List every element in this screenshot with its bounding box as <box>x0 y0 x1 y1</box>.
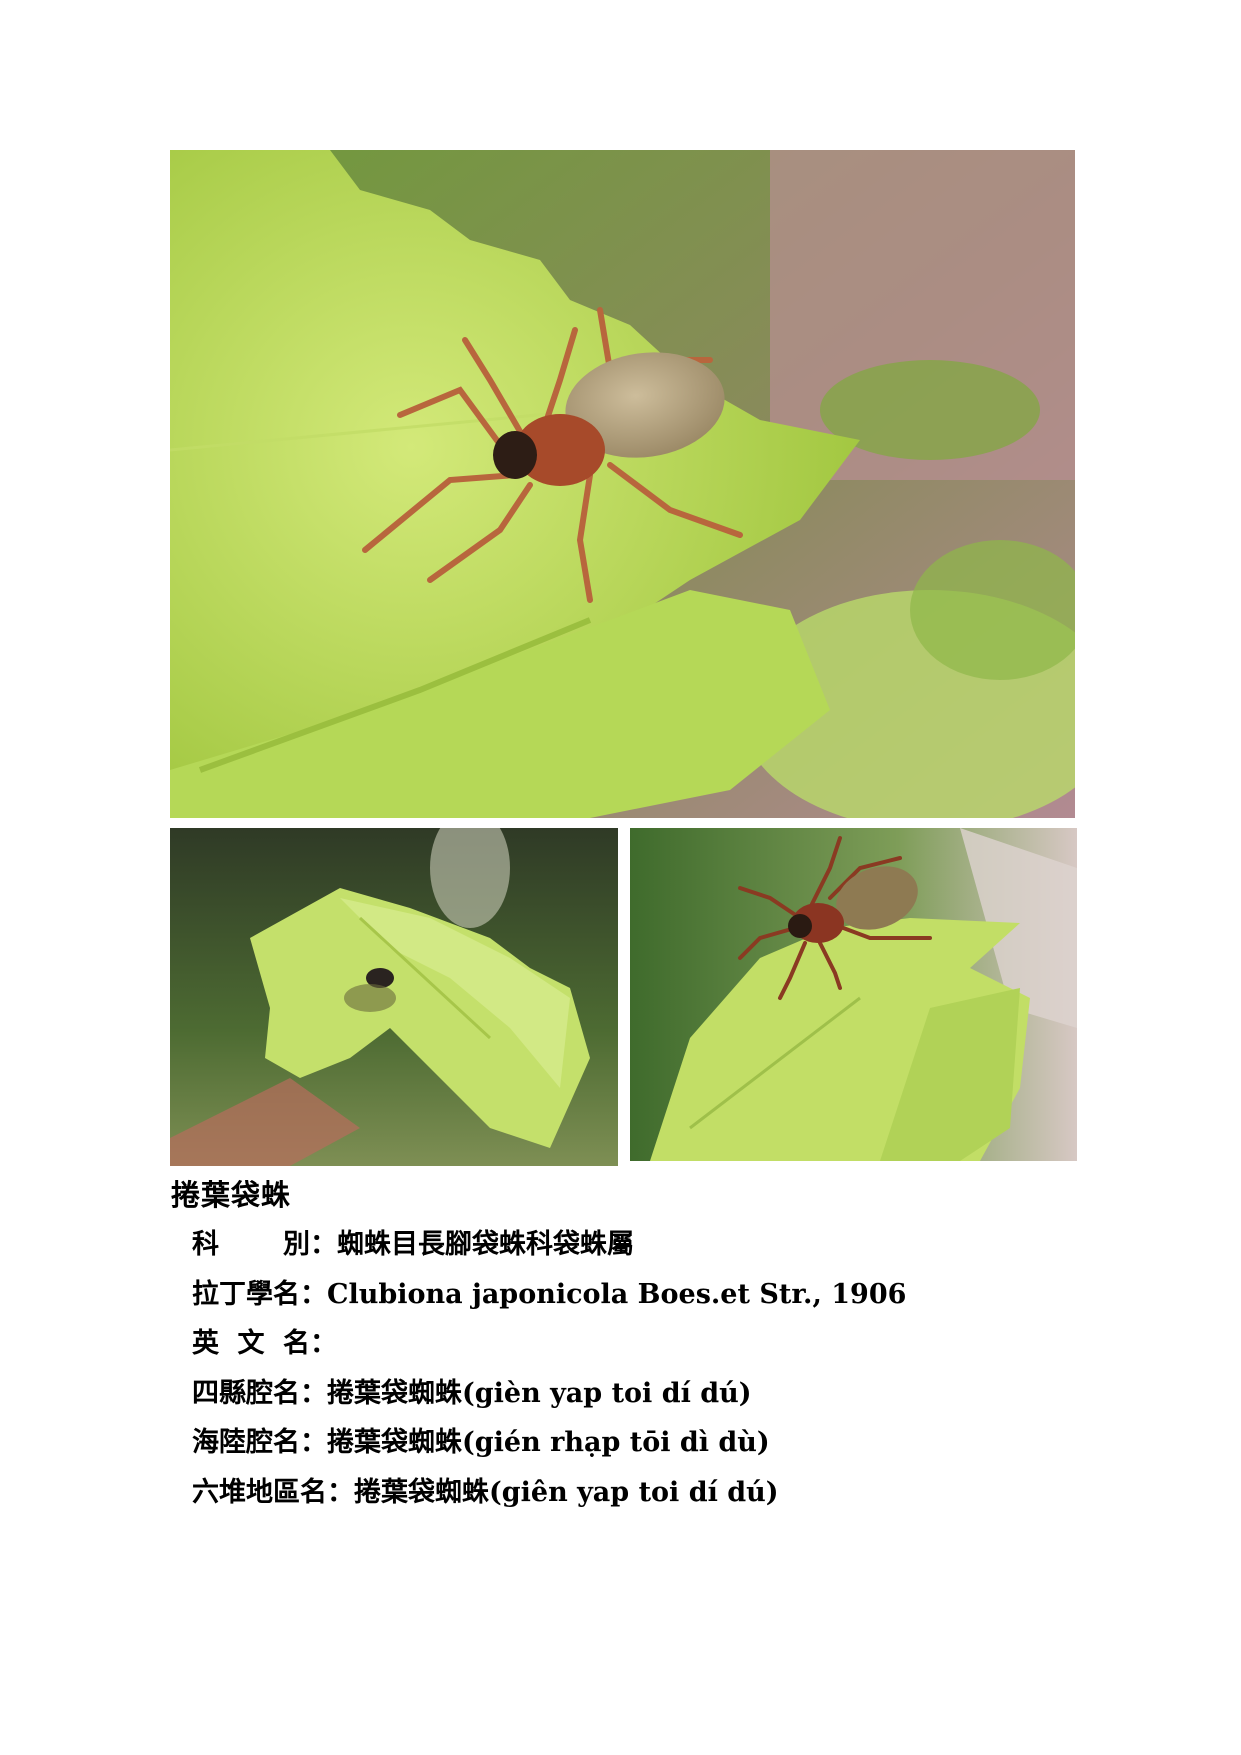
field-liudui-name-value: 捲葉袋蜘蛛(giên yap toi dí dú) <box>354 1476 779 1508</box>
field-english-name: 英 文 名 ： <box>192 1321 906 1371</box>
field-english-name-label: 英 文 名 <box>192 1328 310 1359</box>
field-hailu-name-label: 海陸腔名 <box>192 1427 300 1458</box>
field-family-value: 蜘蛛目長腳袋蛛科袋蛛屬 <box>337 1229 634 1260</box>
field-hailu-name: 海陸腔名 ： 捲葉袋蜘蛛(gién rhạp tōi dì dù) <box>192 1420 906 1470</box>
field-latin-name: 拉丁學名 ： Clubiona japonicola Boes.et Str.,… <box>192 1272 906 1322</box>
field-sixian-name-label: 四縣腔名 <box>192 1377 300 1409</box>
field-latin-name-label: 拉丁學名 <box>192 1278 300 1310</box>
field-latin-name-value: Clubiona japonicola Boes.et Str., 1906 <box>327 1278 907 1310</box>
field-family: 科 別 ： 蜘蛛目長腳袋蛛科袋蛛屬 <box>192 1222 906 1272</box>
spider-photo-leaf-edge <box>630 828 1077 1161</box>
species-info: 科 別 ： 蜘蛛目長腳袋蛛科袋蛛屬 拉丁學名 ： Clubiona japoni… <box>192 1222 906 1519</box>
field-sixian-name-value: 捲葉袋蜘蛛(gièn yap toi dí dú) <box>327 1377 752 1409</box>
field-sixian-name: 四縣腔名 ： 捲葉袋蜘蛛(gièn yap toi dí dú) <box>192 1371 906 1421</box>
spider-photo-rolled-leaf <box>170 828 618 1166</box>
field-hailu-name-value: 捲葉袋蜘蛛(gién rhạp tōi dì dù) <box>327 1427 770 1458</box>
species-title: 捲葉袋蛛 <box>171 1178 292 1212</box>
field-liudui-name-label: 六堆地區名 <box>192 1476 327 1508</box>
spider-photo-main <box>170 150 1075 818</box>
field-liudui-name: 六堆地區名 ： 捲葉袋蜘蛛(giên yap toi dí dú) <box>192 1470 906 1520</box>
field-family-label: 科 別 <box>192 1229 310 1260</box>
